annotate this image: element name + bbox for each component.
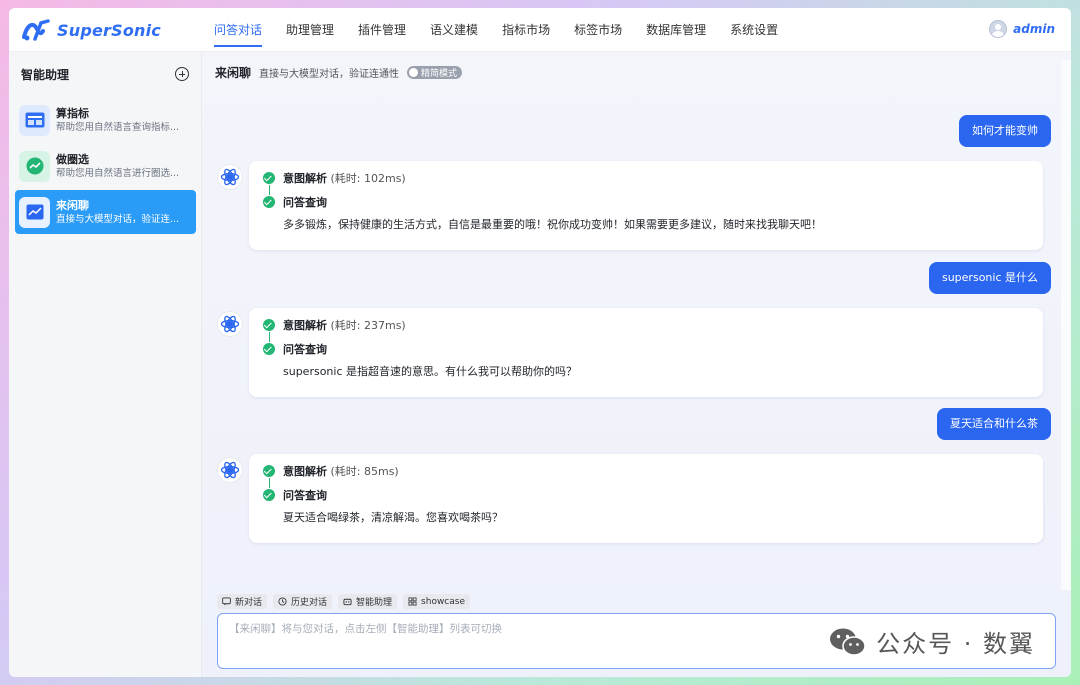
agent-desc: 帮助您用自然语言进行圈选... [56,167,180,179]
step-title: 意图解析 [283,319,327,332]
showcase-button[interactable]: showcase [403,594,470,609]
agent-item-metrics[interactable]: 算指标 帮助您用自然语言查询指标... [15,98,196,142]
step-title: 问答查询 [283,196,327,209]
step-time: (耗时: 85ms) [330,465,399,478]
step-time: (耗时: 237ms) [330,319,406,332]
nav-tag-market[interactable]: 标签市场 [562,8,634,52]
bot-avatar-icon [218,165,242,189]
top-header: SuperSonic 问答对话 助理管理 插件管理 语义建模 指标市场 标签市场… [9,8,1071,52]
bot-message: 意图解析 (耗时: 237ms) 问答查询 supersonic 是指超音速的意… [249,308,1043,397]
watermark: 公众号 · 数翼 [828,624,1035,659]
bot-avatar-icon [218,312,242,336]
bot-message: 意图解析 (耗时: 85ms) 问答查询 夏天适合喝绿茶，清凉解渴。您喜欢喝茶吗… [249,454,1043,543]
bot-message: 意图解析 (耗时: 102ms) 问答查询 多多锻炼，保持健康的生活方式，自信是… [249,161,1043,250]
check-icon [263,465,275,477]
nav-plugin-manage[interactable]: 插件管理 [346,8,418,52]
chat-icon [222,597,231,606]
step-title: 问答查询 [283,343,327,356]
simple-mode-toggle[interactable]: 精简模式 [407,65,463,79]
quick-actions: 新对话 历史对话 智能助理 showcase [217,594,470,609]
agent-item-chitchat[interactable]: 来闲聊 直接与大模型对话，验证连... [15,190,196,234]
supersonic-logo-icon [22,19,50,41]
history-chat-button[interactable]: 历史对话 [273,594,333,609]
step-intent: 意图解析 (耗时: 237ms) [263,317,406,333]
toggle-label: 精简模式 [421,68,458,79]
table-chart-icon [19,104,50,136]
nav-qa-chat[interactable]: 问答对话 [202,8,274,52]
check-icon [263,489,275,501]
agent-sidebar: 智能助理 算指标 帮助您用自然语言查询指标... 做圈选 帮助您用自然语言进行圈… [9,52,202,677]
check-icon [263,343,275,355]
showcase-label: showcase [421,596,465,607]
nav-agent-manage[interactable]: 助理管理 [274,8,346,52]
grid-icon [408,597,417,606]
bot-answer: 多多锻炼，保持健康的生活方式，自信是最重要的哦！祝你成功变帅！如果需要更多建议，… [283,218,822,231]
bot-answer: supersonic 是指超音速的意思。有什么我可以帮助你的吗？ [283,365,578,378]
new-chat-button[interactable]: 新对话 [217,594,268,609]
step-intent: 意图解析 (耗时: 102ms) [263,170,406,186]
step-title: 意图解析 [283,172,327,185]
user-message: 如何才能变帅 [959,115,1051,147]
toggle-knob [409,67,419,77]
user-menu[interactable]: admin [989,20,1055,38]
agent-name: 来闲聊 [56,198,89,212]
check-icon [263,319,275,331]
app-window: SuperSonic 问答对话 助理管理 插件管理 语义建模 指标市场 标签市场… [9,8,1071,677]
username: admin [1013,22,1055,36]
check-icon [263,196,275,208]
screen-chart-icon [19,196,50,228]
wechat-icon [830,628,866,656]
agent-name: 算指标 [56,106,89,120]
agent-label: 智能助理 [356,598,393,608]
step-intent: 意图解析 (耗时: 85ms) [263,463,399,479]
sidebar-header: 智能助理 [21,64,189,84]
main-nav: 问答对话 助理管理 插件管理 语义建模 指标市场 标签市场 数据库管理 系统设置 [202,8,790,52]
bot-answer: 夏天适合喝绿茶，清凉解渴。您喜欢喝茶吗？ [283,511,503,524]
logo[interactable]: SuperSonic [21,17,161,43]
step-qa: 问答查询 [263,487,327,503]
step-time: (耗时: 102ms) [330,172,406,185]
agent-list: 算指标 帮助您用自然语言查询指标... 做圈选 帮助您用自然语言进行圈选... [15,98,196,236]
agent-button[interactable]: 智能助理 [338,594,398,609]
user-message: supersonic 是什么 [928,262,1051,294]
bot-avatar-icon [218,458,242,482]
step-qa: 问答查询 [263,341,327,357]
step-title: 意图解析 [283,465,327,478]
watermark-text: 公众号 · 数翼 [876,630,1035,658]
chat-main: 来闲聊 直接与大模型对话，验证连通性 精简模式 如何才能变帅 意图解析 (耗时:… [202,52,1071,677]
user-avatar-icon [989,20,1008,38]
trend-icon [19,150,50,182]
nav-database-manage[interactable]: 数据库管理 [634,8,718,52]
step-title: 问答查询 [283,489,327,502]
app-name: SuperSonic [57,20,161,40]
user-message: 夏天适合和什么茶 [937,408,1051,440]
add-agent-icon[interactable] [175,67,189,81]
chat-topbar: 来闲聊 直接与大模型对话，验证连通性 精简模式 [215,63,463,81]
history-icon [278,597,287,606]
step-qa: 问答查询 [263,194,327,210]
check-icon [263,172,275,184]
robot-icon [343,598,352,606]
agent-desc: 帮助您用自然语言查询指标... [56,121,180,133]
chat-agent-title: 来闲聊 [215,65,252,80]
agent-desc: 直接与大模型对话，验证连... [56,213,180,225]
nav-metric-market[interactable]: 指标市场 [490,8,562,52]
chat-agent-desc: 直接与大模型对话，验证连通性 [259,68,400,80]
history-chat-label: 历史对话 [291,598,328,608]
new-chat-label: 新对话 [235,598,263,608]
agent-name: 做圈选 [56,152,89,166]
agent-item-selection[interactable]: 做圈选 帮助您用自然语言进行圈选... [15,144,196,188]
nav-system-settings[interactable]: 系统设置 [718,8,790,52]
nav-semantic-model[interactable]: 语义建模 [418,8,490,52]
chat-scrollbar[interactable] [1061,60,1071,590]
sidebar-title: 智能助理 [21,67,70,82]
